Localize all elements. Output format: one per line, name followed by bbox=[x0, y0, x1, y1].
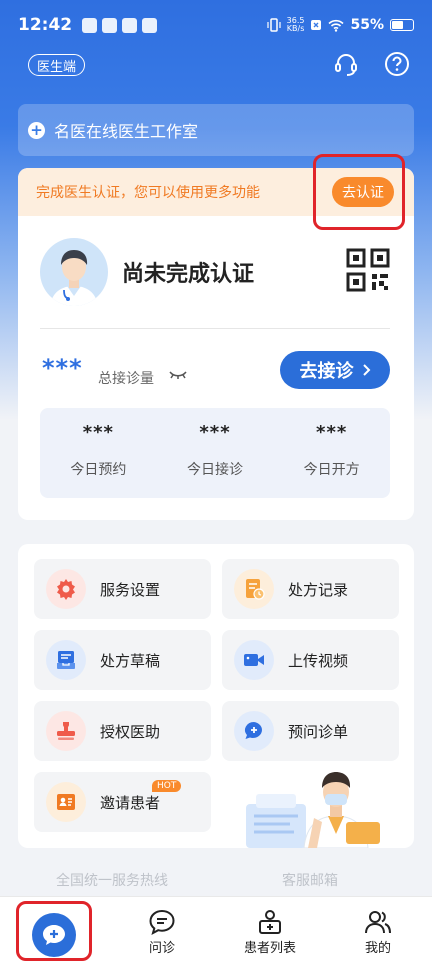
prescription-drafts-tile[interactable]: 处方草稿 bbox=[34, 630, 211, 690]
app-notification-icon bbox=[82, 17, 98, 33]
app-notification-icon bbox=[122, 17, 138, 33]
total-consultations-value: *** bbox=[42, 354, 83, 382]
tab-label: 患者列表 bbox=[243, 941, 296, 956]
tile-label: 处方草稿 bbox=[100, 651, 161, 670]
tile-label: 服务设置 bbox=[100, 580, 161, 599]
prescription-record-icon bbox=[234, 569, 274, 609]
top-bar: 医生端 bbox=[0, 50, 432, 80]
status-right: 36.5 KB/s 55% bbox=[267, 17, 414, 33]
patient-list-icon bbox=[259, 910, 281, 934]
tile-label: 授权医助 bbox=[100, 722, 161, 741]
divider bbox=[40, 328, 390, 329]
doctor-avatar-icon bbox=[50, 250, 98, 306]
wifi-icon bbox=[328, 19, 345, 32]
invite-card-icon bbox=[46, 782, 86, 822]
stat-value: *** bbox=[199, 422, 231, 443]
doctor-studio-entry[interactable]: + 名医在线医生工作室 bbox=[18, 104, 414, 156]
chat-bubble-icon bbox=[149, 909, 175, 935]
net-speed: 36.5 KB/s bbox=[287, 17, 305, 33]
support-email-link[interactable]: 客服邮箱 bbox=[282, 870, 338, 890]
battery-level bbox=[392, 21, 403, 29]
qr-code-icon[interactable] bbox=[346, 248, 390, 292]
highlight-box bbox=[16, 901, 92, 961]
upload-video-tile[interactable]: 上传视频 bbox=[222, 630, 399, 690]
studio-label: 名医在线医生工作室 bbox=[54, 122, 199, 141]
status-time: 12:42 bbox=[18, 15, 73, 35]
vibrate-icon bbox=[267, 18, 281, 32]
stat-label: 今日开方 bbox=[303, 462, 360, 478]
question-icon[interactable] bbox=[383, 50, 411, 78]
stat-today-appointments[interactable]: *** 今日预约 bbox=[40, 408, 157, 498]
stat-label: 今日接诊 bbox=[187, 462, 243, 478]
doctor-illustration bbox=[246, 772, 380, 848]
certification-status-title: 尚未完成认证 bbox=[122, 262, 255, 287]
tab-label: 我的 bbox=[364, 941, 391, 956]
status-bar: 12:42 36.5 KB/s 55% bbox=[0, 0, 432, 50]
start-consultation-label: 去接诊 bbox=[299, 361, 354, 382]
prescription-records-tile[interactable]: 处方记录 bbox=[222, 559, 399, 619]
chat-plus-icon bbox=[234, 711, 274, 751]
stamp-icon bbox=[46, 711, 86, 751]
headset-icon[interactable] bbox=[332, 50, 360, 78]
highlight-box bbox=[313, 154, 405, 230]
plus-icon: + bbox=[28, 121, 45, 139]
draft-icon bbox=[46, 640, 86, 680]
people-icon bbox=[365, 911, 391, 934]
invite-patient-tile[interactable]: 邀请患者 HOT bbox=[34, 772, 211, 832]
tab-patient-list[interactable]: 患者列表 bbox=[238, 897, 302, 964]
stat-label: 今日预约 bbox=[70, 462, 127, 478]
authorized-assistant-tile[interactable]: 授权医助 bbox=[34, 701, 211, 761]
app-notification-icon bbox=[102, 17, 118, 33]
video-icon bbox=[234, 640, 274, 680]
tab-consult[interactable]: 问诊 bbox=[140, 897, 184, 964]
pre-consultation-form-tile[interactable]: 预问诊单 bbox=[222, 701, 399, 761]
app-notification-icon bbox=[142, 17, 158, 33]
service-settings-tile[interactable]: 服务设置 bbox=[34, 559, 211, 619]
role-switch-chip[interactable]: 医生端 bbox=[28, 54, 86, 76]
tile-label: 预问诊单 bbox=[288, 722, 349, 741]
avatar[interactable] bbox=[40, 238, 108, 306]
chevron-right-icon bbox=[362, 364, 370, 376]
stat-today-consultations[interactable]: *** 今日接诊 bbox=[157, 408, 274, 498]
notification-icons bbox=[82, 17, 158, 33]
today-stats: *** 今日预约 *** 今日接诊 *** 今日开方 bbox=[40, 408, 390, 498]
tile-label: 处方记录 bbox=[288, 580, 349, 599]
tile-label: 邀请患者 bbox=[100, 793, 161, 812]
battery-percentage: 55% bbox=[350, 17, 384, 33]
services-grid: 服务设置 处方记录 处方草稿 上传视频 授权医助 预问诊单 邀请患者 HOT bbox=[18, 544, 414, 848]
eye-closed-icon[interactable] bbox=[168, 368, 188, 382]
hot-badge: HOT bbox=[152, 780, 182, 792]
stat-today-prescriptions[interactable]: *** 今日开方 bbox=[273, 408, 390, 498]
total-consultations-label: 总接诊量 bbox=[98, 371, 154, 387]
sim-no-signal-icon bbox=[311, 20, 322, 30]
tab-mine[interactable]: 我的 bbox=[356, 897, 400, 964]
gear-icon bbox=[46, 569, 86, 609]
tab-label: 问诊 bbox=[148, 941, 175, 956]
stat-value: *** bbox=[316, 422, 348, 443]
stat-value: *** bbox=[82, 422, 114, 443]
start-consultation-button[interactable]: 去接诊 bbox=[280, 351, 390, 389]
service-hotline-link[interactable]: 全国统一服务热线 bbox=[56, 870, 168, 890]
notice-text: 完成医生认证，您可以使用更多功能 bbox=[36, 185, 260, 201]
tile-label: 上传视频 bbox=[288, 651, 349, 670]
battery-icon bbox=[390, 19, 414, 31]
net-speed-unit: KB/s bbox=[286, 24, 305, 33]
